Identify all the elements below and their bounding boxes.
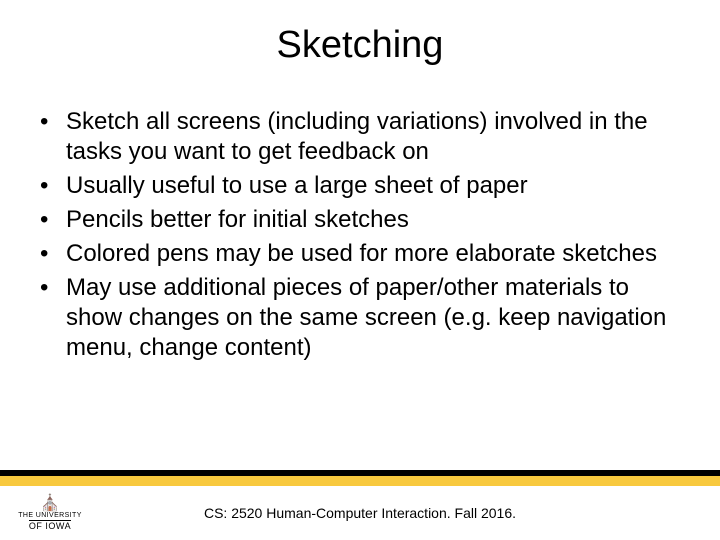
footer: ⛪ THE UNIVERSITY OF IOWA CS: 2520 Human-…	[0, 486, 720, 540]
logo-text-top: THE UNIVERSITY	[18, 512, 82, 519]
bullet-item: Pencils better for initial sketches	[32, 205, 688, 235]
footer-divider	[0, 470, 720, 486]
slide: Sketching Sketch all screens (including …	[0, 0, 720, 540]
bullet-item: May use additional pieces of paper/other…	[32, 273, 688, 363]
bullet-list: Sketch all screens (including variations…	[32, 107, 688, 363]
bullet-item: Usually useful to use a large sheet of p…	[32, 171, 688, 201]
footer-course-text: CS: 2520 Human-Computer Interaction. Fal…	[82, 505, 702, 521]
gold-bar	[0, 476, 720, 486]
university-logo: ⛪ THE UNIVERSITY OF IOWA	[18, 496, 82, 531]
title-area: Sketching	[0, 0, 720, 67]
dome-icon: ⛪	[40, 496, 60, 512]
slide-title: Sketching	[0, 24, 720, 67]
body-area: Sketch all screens (including variations…	[0, 67, 720, 470]
bullet-item: Sketch all screens (including variations…	[32, 107, 688, 167]
bullet-item: Colored pens may be used for more elabor…	[32, 239, 688, 269]
logo-text-bottom: OF IOWA	[29, 520, 71, 531]
